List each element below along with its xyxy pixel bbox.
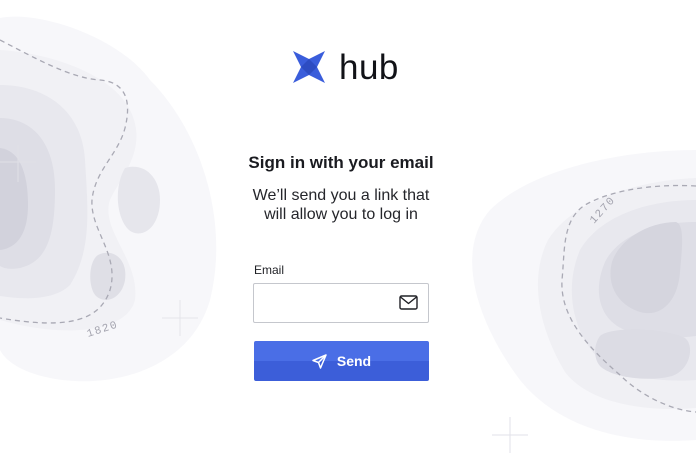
subtitle-line-1: We’ll send you a link that bbox=[252, 187, 430, 204]
page-subtitle: We’ll send you a link that will allow yo… bbox=[220, 186, 462, 224]
send-icon bbox=[312, 353, 327, 369]
hub-logo-text: hub bbox=[339, 47, 399, 87]
send-button[interactable]: Send bbox=[254, 341, 429, 381]
mail-icon bbox=[399, 295, 418, 310]
email-field[interactable] bbox=[253, 283, 429, 323]
subtitle-line-2: will allow you to log in bbox=[264, 206, 418, 223]
email-label: Email bbox=[254, 263, 285, 277]
hub-logo: hub bbox=[291, 46, 399, 88]
right-topo-map bbox=[472, 150, 696, 453]
send-button-label: Send bbox=[336, 353, 372, 369]
hub-logo-icon bbox=[293, 51, 325, 83]
page-title: Sign in with your email bbox=[248, 153, 434, 172]
email-input[interactable] bbox=[254, 284, 410, 322]
